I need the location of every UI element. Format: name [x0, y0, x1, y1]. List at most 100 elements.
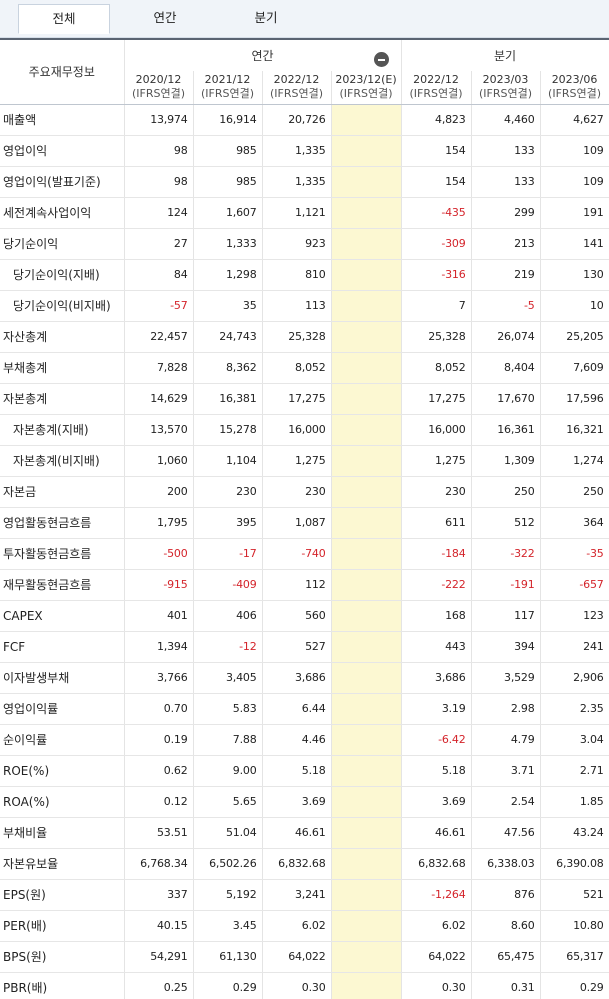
- value-cell: 6.02: [400, 910, 472, 942]
- period-date: 2020/12: [135, 73, 182, 87]
- value-cell: 124: [124, 197, 194, 229]
- value-cell: 0.29: [540, 972, 609, 999]
- value-cell: 1,309: [471, 445, 541, 477]
- table-row: 부채비율 53.51 51.04 46.61 46.61 47.56 43.24: [0, 817, 609, 849]
- value-cell: 6,832.68: [262, 848, 332, 880]
- tab-quarter[interactable]: 분기: [216, 4, 316, 32]
- row-label: 매출액: [0, 104, 125, 136]
- value-cell: 560: [262, 600, 332, 632]
- estimate-cell: [331, 910, 402, 942]
- row-label: 자본유보율: [0, 848, 125, 880]
- value-cell: 54,291: [124, 941, 194, 973]
- table-row: BPS(원) 54,291 61,130 64,022 64,022 65,475 65,3…: [0, 941, 609, 973]
- value-cell: 25,328: [262, 321, 332, 353]
- value-cell: 3.71: [471, 755, 541, 787]
- value-cell: 3.69: [262, 786, 332, 818]
- value-cell: -657: [540, 569, 609, 601]
- row-label: 영업이익: [0, 135, 125, 167]
- value-cell: 6,502.26: [193, 848, 263, 880]
- value-cell: 61,130: [193, 941, 263, 973]
- value-cell: 4,823: [400, 104, 472, 136]
- table-row: EPS(원) 337 5,192 3,241 -1,264 876 521: [0, 879, 609, 911]
- value-cell: 337: [124, 879, 194, 911]
- value-cell: 810: [262, 259, 332, 291]
- annual-group-header: 연간: [124, 38, 402, 71]
- value-cell: 46.61: [400, 817, 472, 849]
- table-row: 자본총계(지배) 13,570 15,278 16,000 16,000 16,361 16…: [0, 414, 609, 446]
- table-row: 이자발생부채 3,766 3,405 3,686 3,686 3,529 2,906: [0, 662, 609, 694]
- row-label: 자본금: [0, 476, 125, 508]
- estimate-cell: [331, 569, 402, 601]
- estimate-cell: [331, 538, 402, 570]
- value-cell: 1,275: [400, 445, 472, 477]
- table-row: 당기순이익 27 1,333 923 -309 213 141: [0, 228, 609, 260]
- row-label: 부채총계: [0, 352, 125, 384]
- value-cell: 0.31: [471, 972, 541, 999]
- value-cell: 123: [540, 600, 609, 632]
- value-cell: 16,361: [471, 414, 541, 446]
- period-header: 2023/12(E) (IFRS연결): [331, 71, 402, 105]
- estimate-cell: [331, 104, 402, 136]
- period-date: 2022/12: [413, 73, 459, 87]
- value-cell: 1,335: [262, 166, 332, 198]
- row-label: 당기순이익: [0, 228, 125, 260]
- row-label: PER(배): [0, 910, 125, 942]
- value-cell: 8,404: [471, 352, 541, 384]
- value-cell: 25,328: [400, 321, 472, 353]
- value-cell: 168: [400, 600, 472, 632]
- tab-all[interactable]: 전체: [18, 4, 110, 34]
- period-basis: (IFRS연결): [548, 87, 602, 101]
- value-cell: 2.54: [471, 786, 541, 818]
- value-cell: 3,686: [400, 662, 472, 694]
- value-cell: 98: [124, 135, 194, 167]
- value-cell: 4,460: [471, 104, 541, 136]
- value-cell: -35: [540, 538, 609, 570]
- value-cell: 8,052: [262, 352, 332, 384]
- value-cell: 985: [193, 135, 263, 167]
- table-row: ROA(%) 0.12 5.65 3.69 3.69 2.54 1.85: [0, 786, 609, 818]
- value-cell: 1.85: [540, 786, 609, 818]
- value-cell: 1,795: [124, 507, 194, 539]
- period-header: 2022/12 (IFRS연결): [400, 71, 472, 105]
- row-label: 당기순이익(지배): [0, 259, 125, 291]
- row-label: 자본총계(지배): [0, 414, 125, 446]
- table-row: 영업이익률 0.70 5.83 6.44 3.19 2.98 2.35: [0, 693, 609, 725]
- value-cell: 876: [471, 879, 541, 911]
- value-cell: 9.00: [193, 755, 263, 787]
- value-cell: -915: [124, 569, 194, 601]
- value-cell: 364: [540, 507, 609, 539]
- value-cell: 5.18: [262, 755, 332, 787]
- value-cell: 406: [193, 600, 263, 632]
- value-cell: 230: [193, 476, 263, 508]
- value-cell: 401: [124, 600, 194, 632]
- estimate-cell: [331, 724, 402, 756]
- period-date: 2023/03: [482, 73, 529, 87]
- value-cell: 394: [471, 631, 541, 663]
- minus-circle-icon[interactable]: [374, 52, 389, 67]
- table-row: 당기순이익(비지배) -57 35 113 7 -5 10: [0, 290, 609, 322]
- value-cell: 2.35: [540, 693, 609, 725]
- value-cell: 8.60: [471, 910, 541, 942]
- row-label: 자본총계: [0, 383, 125, 415]
- value-cell: -12: [193, 631, 263, 663]
- row-label: ROE(%): [0, 755, 125, 787]
- estimate-cell: [331, 662, 402, 694]
- value-cell: 17,275: [262, 383, 332, 415]
- value-cell: -409: [193, 569, 263, 601]
- value-cell: 0.30: [262, 972, 332, 999]
- value-cell: -322: [471, 538, 541, 570]
- estimate-cell: [331, 786, 402, 818]
- table-row: 투자활동현금흐름 -500 -17 -740 -184 -322 -35: [0, 538, 609, 570]
- financial-table: 주요재무정보 연간 분기 2020/12 (IFRS연결) 2021/12 (IFRS…: [0, 38, 609, 999]
- row-label: BPS(원): [0, 941, 125, 973]
- value-cell: 200: [124, 476, 194, 508]
- tab-annual[interactable]: 연간: [115, 4, 215, 32]
- row-label: 영업활동현금흐름: [0, 507, 125, 539]
- value-cell: 141: [540, 228, 609, 260]
- period-header: 2023/03 (IFRS연결): [471, 71, 541, 105]
- tab-bar: 전체 연간 분기: [0, 0, 609, 38]
- row-label: 이자발생부채: [0, 662, 125, 694]
- table-row: 영업활동현금흐름 1,795 395 1,087 611 512 364: [0, 507, 609, 539]
- table-row: 부채총계 7,828 8,362 8,052 8,052 8,404 7,609: [0, 352, 609, 384]
- value-cell: 98: [124, 166, 194, 198]
